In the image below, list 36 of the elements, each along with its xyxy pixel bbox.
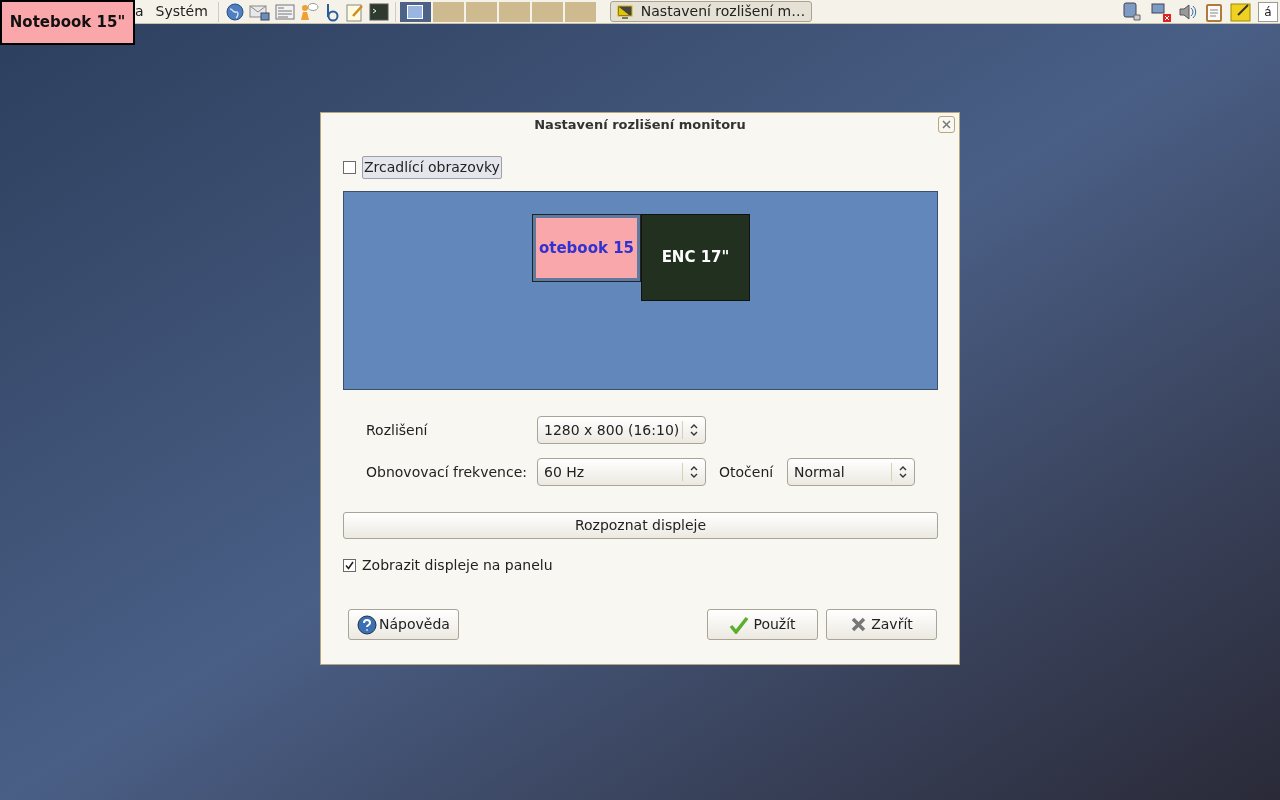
checkbox-label[interactable]: Zobrazit displeje na panelu: [362, 555, 553, 576]
rotation-dropdown[interactable]: Normal: [787, 458, 915, 486]
globe-icon[interactable]: [224, 1, 245, 22]
close-icon[interactable]: [938, 116, 955, 133]
panel-menu[interactable]: Systém: [155, 1, 208, 22]
display-label: Notebook 15": [0, 0, 135, 45]
up-down-chevron-icon: [689, 423, 699, 437]
note-pencil-icon[interactable]: [1230, 0, 1252, 23]
detect-displays-button[interactable]: Rozpoznat displeje: [343, 512, 938, 539]
up-down-chevron-icon: [689, 465, 699, 479]
monitor-tile[interactable]: otebook 15: [532, 214, 641, 282]
field-label: Rozlišení: [366, 420, 429, 440]
field-label: Obnovovací frekvence:: [366, 462, 528, 482]
refresh-rate-dropdown[interactable]: 60 Hz: [537, 458, 706, 486]
taskbar-button[interactable]: Nastavení rozlišení m…: [609, 1, 813, 22]
window-title: Nastavení rozlišení monitoru: [534, 116, 746, 135]
terminal-icon[interactable]: [368, 1, 389, 22]
checkbox[interactable]: [343, 559, 356, 572]
speaker-icon[interactable]: [1178, 1, 1198, 22]
close-button[interactable]: Zavřít: [826, 609, 937, 640]
panel-menu[interactable]: a: [135, 1, 144, 22]
checkmark-icon: [729, 615, 750, 634]
checkbox-label[interactable]: Zrcadlící obrazovky: [362, 156, 502, 179]
help-button[interactable]: Nápověda: [348, 609, 459, 640]
network-disconnected-icon[interactable]: [1150, 0, 1172, 23]
workspace[interactable]: [399, 1, 431, 22]
checkbox[interactable]: [343, 161, 356, 174]
apply-button[interactable]: Použít: [707, 609, 818, 640]
resolution-dropdown[interactable]: 1280 x 800 (16:10): [537, 416, 706, 444]
field-label: Otočení: [719, 462, 775, 482]
monitor-tile[interactable]: ENC 17": [641, 214, 750, 301]
help-icon: [357, 614, 378, 635]
monitor-icon: [616, 3, 633, 20]
up-down-chevron-icon: [898, 465, 908, 479]
keyboard-indicator[interactable]: á: [1258, 1, 1278, 22]
close-icon: [850, 616, 868, 633]
